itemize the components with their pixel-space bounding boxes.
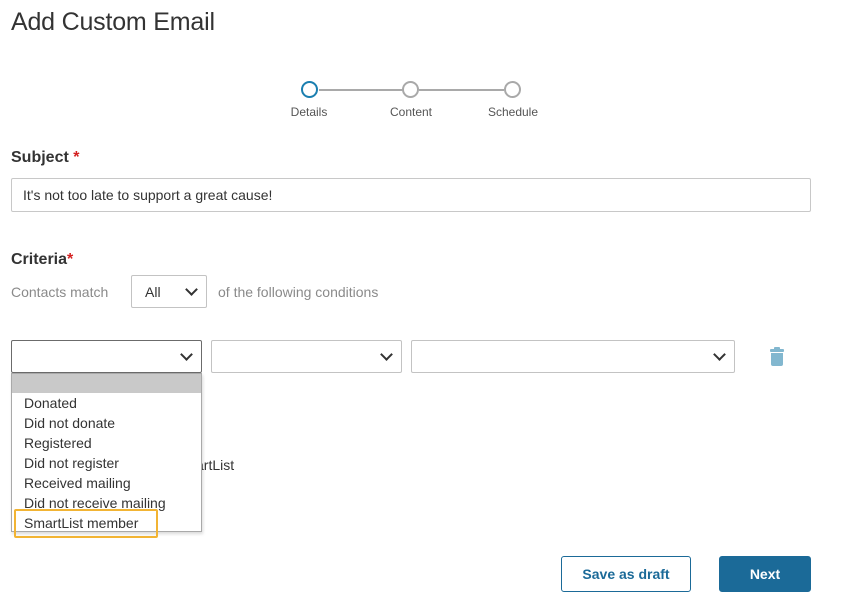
step-details-label: Details	[290, 105, 328, 119]
condition-field-select[interactable]	[11, 340, 202, 373]
step-content-label: Content	[389, 105, 433, 119]
chevron-down-icon	[180, 348, 193, 361]
step-schedule-label: Schedule	[487, 105, 539, 119]
condition-field-dropdown: Donated Did not donate Registered Did no…	[11, 373, 202, 532]
chevron-down-icon	[185, 283, 198, 296]
step-connector	[319, 89, 403, 91]
dropdown-option-did-not-register[interactable]: Did not register	[12, 453, 201, 473]
criteria-label: Criteria*	[11, 251, 74, 268]
step-content-dot[interactable]	[402, 81, 419, 98]
match-type-value: All	[145, 284, 161, 300]
subject-label: Subject *	[11, 149, 80, 166]
dropdown-option-registered[interactable]: Registered	[12, 433, 201, 453]
dropdown-option-blank[interactable]	[12, 374, 201, 393]
dropdown-option-did-not-donate[interactable]: Did not donate	[12, 413, 201, 433]
chevron-down-icon	[713, 348, 726, 361]
step-connector	[419, 89, 504, 91]
condition-value-select[interactable]	[411, 340, 735, 373]
conditions-suffix: of the following conditions	[218, 284, 379, 300]
page-title: Add Custom Email	[11, 8, 215, 36]
dropdown-option-donated[interactable]: Donated	[12, 393, 201, 413]
required-asterisk: *	[73, 149, 80, 166]
trash-icon[interactable]	[770, 347, 784, 366]
save-as-draft-button[interactable]: Save as draft	[561, 556, 691, 592]
chevron-down-icon	[380, 348, 393, 361]
progress-stepper: Details Content Schedule	[280, 80, 550, 124]
subject-input[interactable]	[11, 178, 811, 212]
required-asterisk: *	[67, 251, 74, 268]
condition-operator-select[interactable]	[211, 340, 402, 373]
next-button[interactable]: Next	[719, 556, 811, 592]
match-type-select[interactable]: All	[131, 275, 207, 308]
dropdown-option-smartlist-member[interactable]: SmartList member	[12, 513, 201, 533]
dropdown-option-received-mailing[interactable]: Received mailing	[12, 473, 201, 493]
contacts-match-label: Contacts match	[11, 284, 109, 300]
step-details-dot[interactable]	[301, 81, 318, 98]
step-schedule-dot[interactable]	[504, 81, 521, 98]
dropdown-option-did-not-receive-mailing[interactable]: Did not receive mailing	[12, 493, 201, 513]
